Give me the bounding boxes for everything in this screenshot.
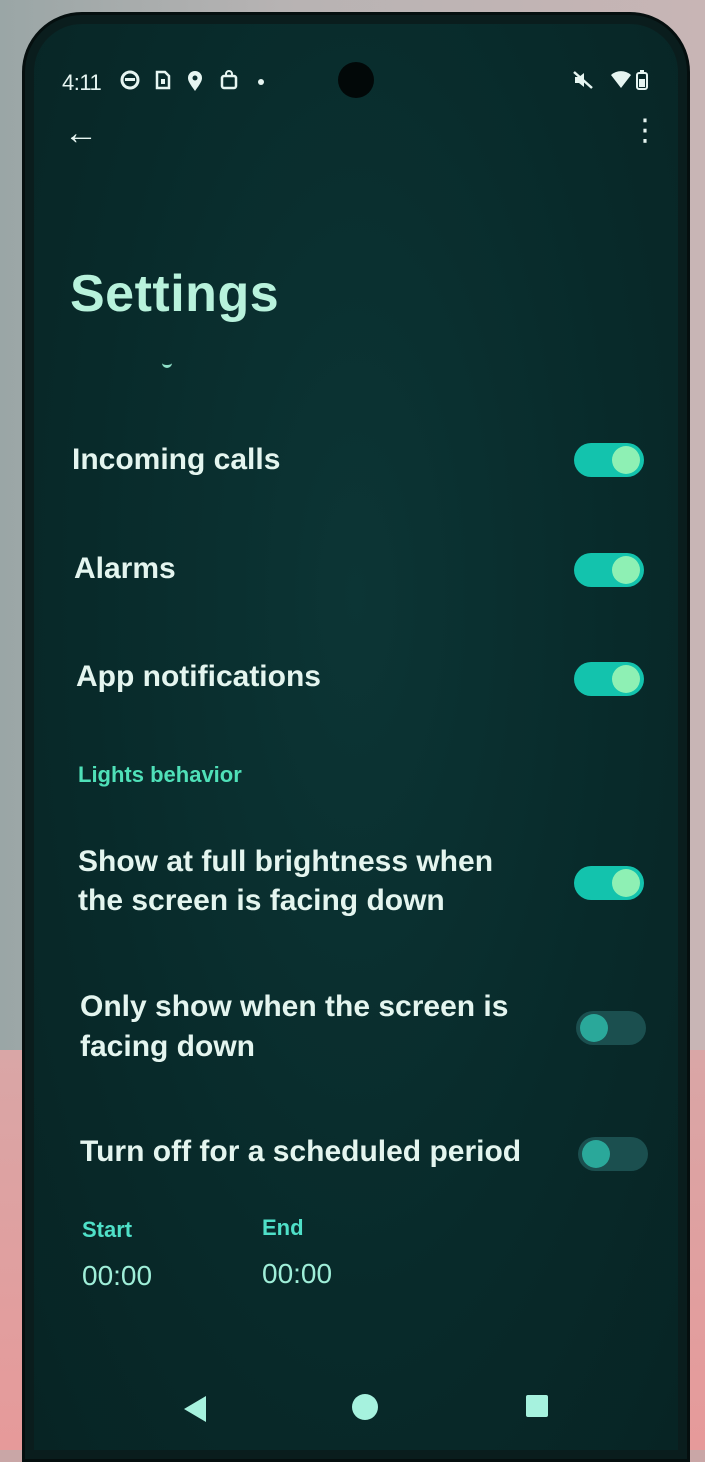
sim-icon <box>154 70 172 95</box>
wifi-icon <box>610 70 632 95</box>
end-time-label: End <box>262 1215 304 1240</box>
front-camera <box>338 62 374 98</box>
scheduled-off-label[interactable]: Turn off for a scheduled period <box>80 1132 521 1172</box>
app-notifications-toggle[interactable] <box>574 662 644 696</box>
toggle-knob <box>612 665 640 693</box>
nav-home-icon[interactable] <box>352 1394 378 1420</box>
only-facing-down-label-line2[interactable]: facing down <box>80 1027 255 1067</box>
alarms-label[interactable]: Alarms <box>74 549 176 589</box>
scheduled-off-toggle[interactable] <box>578 1137 648 1171</box>
start-time-label: Start <box>82 1217 133 1242</box>
lights-behavior-section-header: Lights behavior <box>78 762 242 787</box>
location-icon <box>186 70 204 97</box>
start-time-value[interactable]: 00:00 <box>82 1260 152 1292</box>
status-bar: 4:11 <box>34 24 678 134</box>
mute-icon <box>572 70 594 95</box>
toggle-knob <box>612 869 640 897</box>
toggle-knob <box>612 556 640 584</box>
dot-icon <box>256 70 266 95</box>
full-brightness-label-line1[interactable]: Show at full brightness when <box>78 842 493 882</box>
phone-screen: 4:11 ← ⋮ Settings Incoming calls Alarms … <box>34 24 678 1450</box>
full-brightness-label-line2[interactable]: the screen is facing down <box>78 881 445 921</box>
incoming-calls-label[interactable]: Incoming calls <box>72 440 280 480</box>
bag-icon <box>220 70 238 95</box>
only-facing-down-label-line1[interactable]: Only show when the screen is <box>80 987 508 1027</box>
privacy-dot-icon <box>120 70 140 95</box>
page-title: Settings <box>70 265 280 323</box>
back-arrow-icon[interactable]: ← <box>64 116 98 150</box>
nav-back-icon[interactable] <box>184 1396 206 1422</box>
toggle-knob <box>612 446 640 474</box>
more-options-icon[interactable]: ⋮ <box>630 114 660 148</box>
nav-recents-icon[interactable] <box>526 1395 548 1417</box>
status-time: 4:11 <box>62 70 102 95</box>
incoming-calls-toggle[interactable] <box>574 443 644 477</box>
app-notifications-label[interactable]: App notifications <box>76 657 321 697</box>
scrolled-text-fragment <box>162 362 172 368</box>
end-time-value[interactable]: 00:00 <box>262 1258 332 1290</box>
toggle-knob <box>582 1140 610 1168</box>
alarms-toggle[interactable] <box>574 553 644 587</box>
full-brightness-toggle[interactable] <box>574 866 644 900</box>
navigation-bar <box>34 1384 678 1444</box>
toggle-knob <box>580 1014 608 1042</box>
battery-icon <box>636 70 648 95</box>
only-facing-down-toggle[interactable] <box>576 1011 646 1045</box>
